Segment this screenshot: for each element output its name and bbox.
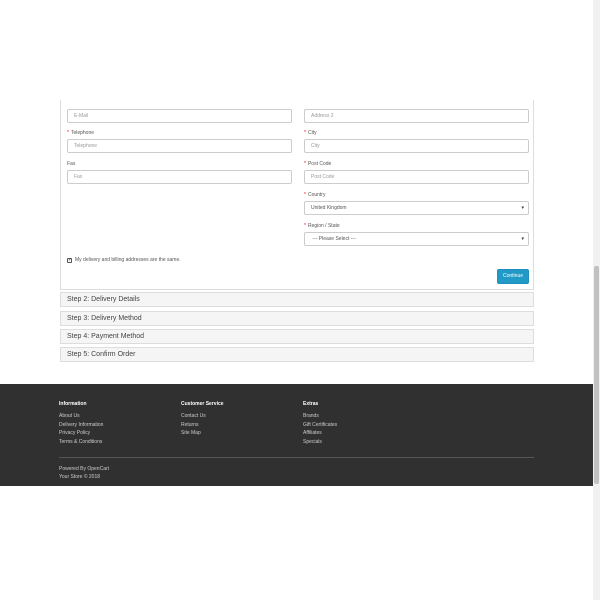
step-delivery-method[interactable]: Step 3: Delivery Method: [60, 311, 534, 326]
footer-link-privacy-policy[interactable]: Privacy Policy: [59, 429, 103, 438]
footer-credits: Powered By OpenCart Your Store © 2018: [59, 465, 109, 481]
copyright-text: Your Store © 2018: [59, 474, 101, 480]
footer-link-specials[interactable]: Specials: [303, 438, 337, 447]
footer-extras: Extras Brands Gift Certificates Affiliat…: [303, 401, 337, 446]
scrollbar-thumb[interactable]: [594, 266, 599, 484]
footer-link-returns[interactable]: Returns: [181, 421, 224, 430]
dropdown-arrow-icon: ▾: [521, 236, 524, 242]
footer-link-contact-us[interactable]: Contact Us: [181, 412, 224, 421]
step-confirm-order[interactable]: Step 5: Confirm Order: [60, 347, 534, 362]
telephone-label: * Telephone: [67, 130, 95, 136]
address-2-field[interactable]: Address 2: [304, 109, 529, 123]
footer-link-terms[interactable]: Terms & Conditions: [59, 438, 103, 447]
step-delivery-details[interactable]: Step 2: Delivery Details: [60, 292, 534, 307]
same-address-checkbox[interactable]: ✓: [67, 258, 72, 263]
region-select[interactable]: --- Please Select --- ▾: [304, 232, 529, 246]
footer-customer-service-heading: Customer Service: [181, 401, 224, 407]
powered-by-link[interactable]: Powered By OpenCart: [59, 465, 109, 473]
postcode-label: * Post Code: [304, 161, 332, 167]
same-address-label: My delivery and billing addresses are th…: [75, 257, 181, 263]
footer-link-delivery-information[interactable]: Delivery Information: [59, 421, 103, 430]
footer-link-about-us[interactable]: About Us: [59, 412, 103, 421]
footer-information-heading: Information: [59, 401, 87, 407]
billing-details-panel: E-Mail Address 2 * Telephone Telephone * C…: [60, 100, 534, 290]
country-select[interactable]: United Kingdom ▾: [304, 201, 529, 215]
footer-link-brands[interactable]: Brands: [303, 412, 337, 421]
page-scrollbar[interactable]: [593, 0, 600, 600]
region-selected-value: --- Please Select ---: [311, 236, 358, 242]
fax-label: Fax: [67, 161, 76, 167]
continue-button[interactable]: Continue: [497, 269, 529, 284]
site-footer: Information About Us Delivery Informatio…: [0, 384, 593, 486]
footer-divider: [59, 457, 534, 458]
city-field[interactable]: City: [304, 139, 529, 153]
footer-information: Information About Us Delivery Informatio…: [59, 401, 103, 446]
country-label: * Country: [304, 192, 326, 198]
footer-link-site-map[interactable]: Site Map: [181, 429, 224, 438]
telephone-field[interactable]: Telephone: [67, 139, 292, 153]
checkmark-icon: ✓: [68, 257, 73, 263]
footer-customer-service: Customer Service Contact Us Returns Site…: [181, 401, 224, 438]
postcode-field[interactable]: Post Code: [304, 170, 529, 184]
footer-link-affiliates[interactable]: Affiliates: [303, 429, 337, 438]
city-label: * City: [304, 130, 317, 136]
region-label: * Region / State: [304, 223, 340, 229]
country-selected-value: United Kingdom: [311, 205, 347, 211]
footer-link-gift-certificates[interactable]: Gift Certificates: [303, 421, 337, 430]
fax-field[interactable]: Fax: [67, 170, 292, 184]
email-field[interactable]: E-Mail: [67, 109, 292, 123]
footer-extras-heading: Extras: [303, 401, 319, 407]
step-payment-method[interactable]: Step 4: Payment Method: [60, 329, 534, 344]
dropdown-arrow-icon: ▾: [521, 205, 524, 211]
